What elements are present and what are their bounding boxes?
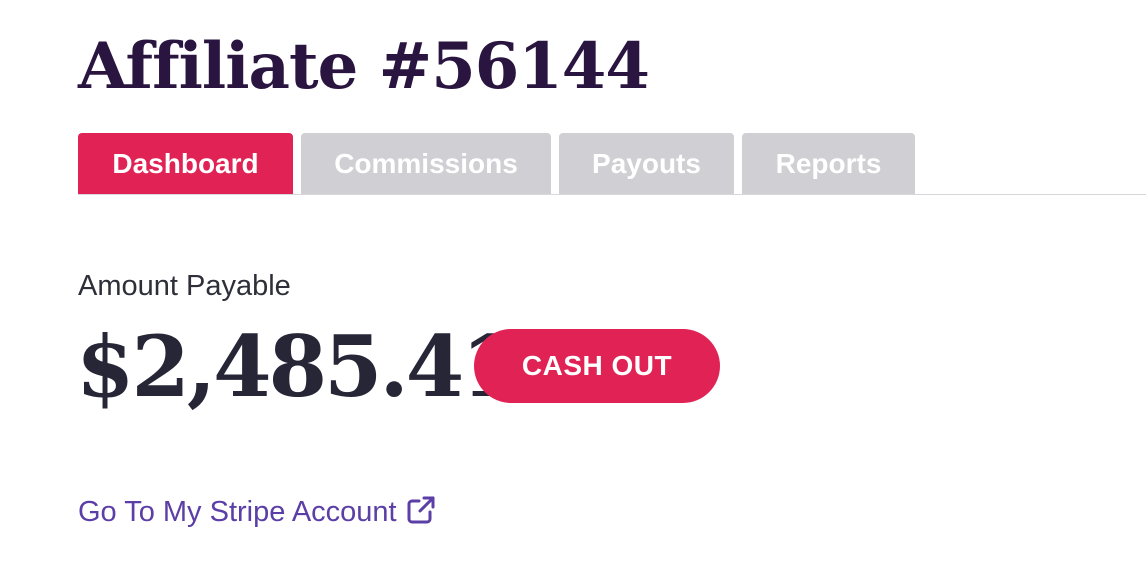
tab-payouts[interactable]: Payouts xyxy=(559,133,734,195)
tab-commissions[interactable]: Commissions xyxy=(301,133,551,195)
tab-bar: Dashboard Commissions Payouts Reports xyxy=(78,133,915,195)
tab-dashboard[interactable]: Dashboard xyxy=(78,133,293,195)
amount-payable-label: Amount Payable xyxy=(78,270,291,302)
cash-out-button[interactable]: CASH OUT xyxy=(474,329,720,403)
page-title: Affiliate #56144 xyxy=(78,29,650,104)
stripe-account-link[interactable]: Go To My Stripe Account xyxy=(78,492,437,532)
external-link-icon xyxy=(407,496,435,524)
tab-bar-divider xyxy=(78,194,1146,195)
stripe-account-link-label: Go To My Stripe Account xyxy=(78,496,397,528)
amount-payable-value: $2,485.41 xyxy=(76,317,520,416)
tab-reports[interactable]: Reports xyxy=(742,133,915,195)
